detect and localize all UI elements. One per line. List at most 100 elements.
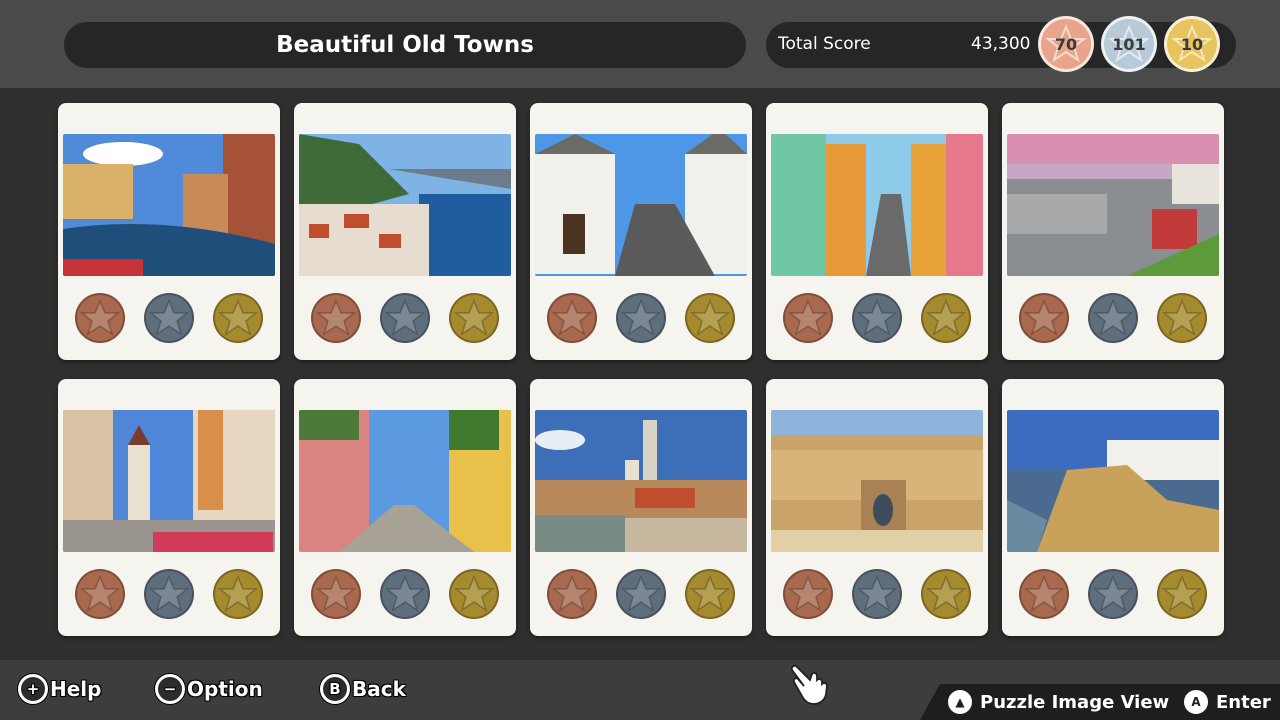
- puzzle-thumbnail: [535, 410, 747, 552]
- bronze-medal-slot: [547, 569, 597, 619]
- medal-row: [530, 569, 752, 621]
- bronze-medal-slot: [783, 293, 833, 343]
- puzzle-thumbnail: [299, 134, 511, 276]
- puzzle-image: [63, 134, 275, 276]
- star-icon: [217, 299, 259, 336]
- total-score-panel: Total Score 43,300 70 101 10: [766, 16, 1236, 72]
- medal-row: [530, 293, 752, 345]
- pointer-hand-icon: [790, 664, 828, 705]
- star-icon: [1023, 575, 1065, 612]
- puzzle-image: [771, 134, 983, 276]
- help-button[interactable]: + Help: [18, 670, 101, 708]
- silver-medal-count: 101: [1101, 16, 1157, 72]
- gold-medal-slot: [1157, 293, 1207, 343]
- puzzle-card-trulli-street[interactable]: [530, 103, 752, 360]
- star-icon: [315, 299, 357, 336]
- puzzle-thumbnail: [1007, 410, 1219, 552]
- puzzle-image-view-button[interactable]: ▲ Puzzle Image View: [948, 690, 1169, 714]
- puzzle-card-colorful-street[interactable]: [766, 103, 988, 360]
- puzzle-card-desert-medina[interactable]: [766, 379, 988, 636]
- star-icon: [453, 575, 495, 612]
- medal-row: [1002, 569, 1224, 621]
- medal-row: [58, 569, 280, 621]
- star-icon: [1023, 299, 1065, 336]
- gold-medal-count: 10: [1164, 16, 1220, 72]
- star-icon: [384, 575, 426, 612]
- total-score-label: Total Score: [778, 34, 871, 54]
- star-icon: [689, 575, 731, 612]
- star-icon: [1092, 575, 1134, 612]
- silver-medal-slot: [380, 569, 430, 619]
- puzzle-thumbnail: [771, 134, 983, 276]
- bronze-medal-slot: [1019, 569, 1069, 619]
- medal-row: [766, 293, 988, 345]
- puzzle-image: [1007, 134, 1219, 276]
- star-icon: [148, 575, 190, 612]
- gold-medal-slot: [685, 293, 735, 343]
- plus-icon: +: [18, 674, 48, 704]
- puzzle-image-view-label: Puzzle Image View: [980, 691, 1170, 713]
- star-icon: [1161, 575, 1203, 612]
- star-icon: [620, 575, 662, 612]
- page-title: Beautiful Old Towns: [64, 22, 746, 68]
- silver-medal-slot: [380, 293, 430, 343]
- bronze-medal-slot: [547, 293, 597, 343]
- help-label: Help: [50, 677, 102, 701]
- bronze-medal-slot: [311, 293, 361, 343]
- gold-medal-slot: [213, 569, 263, 619]
- gold-medal-slot: [449, 569, 499, 619]
- gold-medal-slot: [1157, 569, 1207, 619]
- puzzle-image: [535, 134, 747, 276]
- puzzle-card-tower-street[interactable]: [58, 379, 280, 636]
- star-icon: [787, 575, 829, 612]
- option-label: Option: [187, 677, 263, 701]
- puzzle-card-cliff-town[interactable]: [1002, 379, 1224, 636]
- b-button-icon: B: [320, 674, 350, 704]
- silver-medal-slot: [1088, 293, 1138, 343]
- puzzle-thumbnail: [1007, 134, 1219, 276]
- silver-medal-slot: [852, 293, 902, 343]
- bronze-medal-count: 70: [1038, 16, 1094, 72]
- star-icon: [148, 299, 190, 336]
- puzzle-card-hillside-city[interactable]: [1002, 103, 1224, 360]
- star-icon: [1161, 299, 1203, 336]
- silver-medal-slot: [1088, 569, 1138, 619]
- bronze-medal-slot: [311, 569, 361, 619]
- medal-row: [766, 569, 988, 621]
- triangle-button-icon: ▲: [948, 690, 972, 714]
- bronze-medal-slot: [75, 293, 125, 343]
- option-button[interactable]: − Option: [155, 670, 263, 708]
- puzzle-thumbnail: [63, 410, 275, 552]
- medal-row: [58, 293, 280, 345]
- silver-medal-slot: [616, 293, 666, 343]
- star-icon: [925, 299, 967, 336]
- star-icon: [551, 575, 593, 612]
- puzzle-image: [1007, 410, 1219, 552]
- star-icon: [384, 299, 426, 336]
- gold-medal-slot: [921, 569, 971, 619]
- gold-medal-slot: [685, 569, 735, 619]
- gold-medal-slot: [921, 293, 971, 343]
- puzzle-card-canal-town[interactable]: [58, 103, 280, 360]
- star-icon: [551, 299, 593, 336]
- puzzle-image: [299, 134, 511, 276]
- puzzle-card-cobbled-lane[interactable]: [294, 379, 516, 636]
- puzzle-image: [535, 410, 747, 552]
- puzzle-card-castle-river[interactable]: [530, 379, 752, 636]
- medal-row: [294, 569, 516, 621]
- enter-button[interactable]: A Enter: [1184, 690, 1271, 714]
- back-button[interactable]: B Back: [320, 670, 406, 708]
- puzzle-thumbnail: [63, 134, 275, 276]
- star-icon: [787, 299, 829, 336]
- puzzle-thumbnail: [771, 410, 983, 552]
- star-icon: [217, 575, 259, 612]
- silver-medal-slot: [852, 569, 902, 619]
- bronze-medal-slot: [1019, 293, 1069, 343]
- star-icon: [79, 299, 121, 336]
- enter-label: Enter: [1216, 691, 1271, 713]
- star-icon: [315, 575, 357, 612]
- bronze-medal-slot: [783, 569, 833, 619]
- star-icon: [856, 575, 898, 612]
- puzzle-card-coastal-village[interactable]: [294, 103, 516, 360]
- puzzle-image: [771, 410, 983, 552]
